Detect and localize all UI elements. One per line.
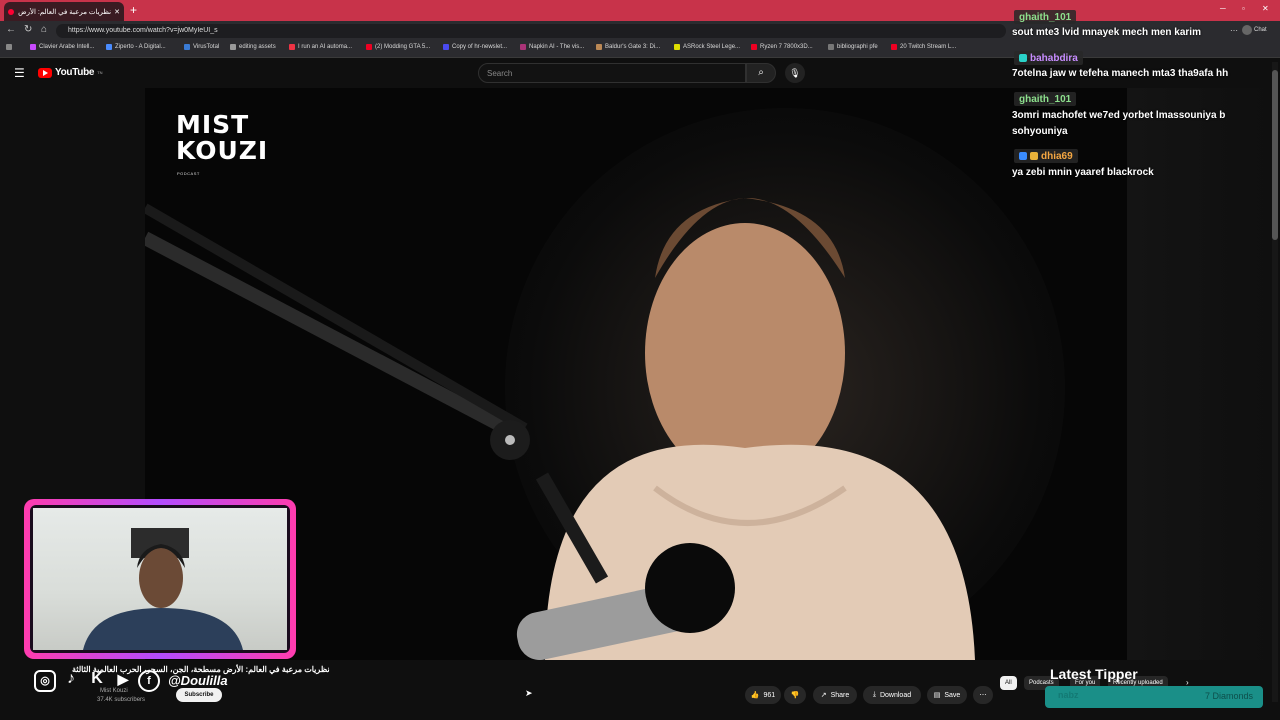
tab-close-icon[interactable]: ✕ <box>114 8 120 16</box>
show-logo: MIST KOUZI <box>176 110 269 165</box>
thumbs-down-icon: 👎 <box>790 692 800 699</box>
thumbs-up-icon: 👍 <box>750 692 760 699</box>
share-icon: ↗ <box>820 692 827 699</box>
subscribe-button[interactable]: Subscribe <box>176 688 222 702</box>
search-icon[interactable]: ⌕ <box>746 63 776 83</box>
webcam-frame <box>24 499 296 659</box>
browser-tab-bar <box>0 0 1280 21</box>
bookmark-item[interactable]: (2) Modding GTA 5... <box>366 44 430 50</box>
chat-username: ghaith_101 <box>1014 10 1077 24</box>
bookmark-item[interactable]: Napkin AI - The vis... <box>520 44 584 50</box>
bookmark-item[interactable]: Baldur's Gate 3: Di... <box>596 44 660 50</box>
subscriber-count: 37.4K subscribers <box>97 697 146 703</box>
youtube-logo[interactable]: YouTube TN <box>38 67 103 78</box>
latest-tipper-heading: Latest Tipper <box>1050 666 1138 682</box>
home-icon[interactable]: ⌂ <box>41 24 47 35</box>
bookmark-item[interactable]: editing assets <box>230 44 276 50</box>
apps-icon[interactable] <box>6 44 12 50</box>
save-button[interactable]: ▤ Save <box>927 686 967 704</box>
window-close-icon[interactable]: ✕ <box>1262 4 1269 13</box>
youtube-favicon-icon <box>8 8 14 15</box>
chat-message: 3omri machofet we7ed yorbet lmassouniya … <box>1012 110 1226 121</box>
url-input[interactable]: https://www.youtube.com/watch?v=jw0MyIeU… <box>56 24 1006 38</box>
bookmark-item[interactable]: Clavier Arabe Intell... <box>30 44 94 50</box>
browser-tab[interactable]: نظريات مرعبة في العالم: الأرض ✕ <box>4 2 124 21</box>
new-tab-button[interactable]: + <box>130 3 137 17</box>
chat-username-badge: bahabdira <box>1014 51 1083 65</box>
search-input[interactable]: Search <box>478 63 746 83</box>
chat-badge-icon <box>1019 54 1027 62</box>
minimize-icon[interactable]: ─ <box>1220 4 1226 13</box>
like-button[interactable]: 👍 961 <box>745 686 781 704</box>
bookmark-item[interactable]: 20 Twitch Stream L... <box>891 44 956 50</box>
bookmark-folder[interactable]: bibliographi pfe <box>828 44 878 50</box>
dislike-button[interactable]: 👎 <box>784 686 806 704</box>
show-logo-subtitle: PODCAST <box>177 171 200 176</box>
share-button[interactable]: ↗ Share <box>813 686 857 704</box>
chat-message: ya zebi mnin yaaref blackrock <box>1012 167 1154 178</box>
chat-message-continued: sohyouniya <box>1012 126 1068 137</box>
chip-all[interactable]: All <box>1000 676 1017 690</box>
tab-title: نظريات مرعبة في العالم: الأرض <box>18 8 112 16</box>
reload-icon[interactable]: ↻ <box>24 24 32 35</box>
mouse-cursor-icon: ➤ <box>525 688 533 698</box>
crown-icon <box>1030 152 1038 160</box>
avatar <box>1242 25 1252 35</box>
instagram-icon: ◎ <box>34 670 56 692</box>
youtube-play-icon <box>38 67 52 78</box>
maximize-icon[interactable]: ▫ <box>1242 4 1245 13</box>
video-title: نظريات مرعبة في العالم: الأرض مسطحة، الج… <box>72 665 330 674</box>
tipper-name: nabz <box>1058 690 1079 700</box>
save-icon: ▤ <box>933 692 941 699</box>
bookmark-item[interactable]: VirusTotal <box>184 44 219 50</box>
channel-name[interactable]: Mist Kouzi <box>100 688 128 694</box>
chat-username-badge: dhia69 <box>1014 149 1078 163</box>
bookmark-item[interactable]: I run an AI automa... <box>289 44 352 50</box>
streamer-handle: @Doulilla <box>168 673 228 688</box>
more-icon[interactable]: ⋯ <box>1230 26 1238 35</box>
microphone-icon[interactable]: 🎙 <box>785 63 805 83</box>
more-actions-icon[interactable]: ⋯ <box>973 686 993 704</box>
menu-icon[interactable]: ☰ <box>14 66 25 80</box>
chat-message: 7otelna jaw w tefeha manech mta3 tha9afa… <box>1012 68 1229 79</box>
webcam-feed <box>33 508 287 650</box>
bookmark-item[interactable]: Ryzen 7 7800x3D... <box>751 44 813 50</box>
chat-message: sout mte3 lvid mnayek mech men karim <box>1012 27 1201 38</box>
download-icon: ⤓ <box>872 691 876 698</box>
scrollbar-thumb[interactable] <box>1272 70 1278 240</box>
bookmark-item[interactable]: ASRock Steel Lege... <box>674 44 740 50</box>
bookmark-item[interactable]: Copy of hr-newslet... <box>443 44 507 50</box>
chat-username: ghaith_101 <box>1014 92 1077 106</box>
bookmark-item[interactable]: Ziperto - A Digital... <box>106 44 166 50</box>
chat-badge-icon <box>1019 152 1027 160</box>
back-icon[interactable]: ← <box>6 24 16 35</box>
download-button[interactable]: ⤓ Download <box>863 686 921 704</box>
chat-button[interactable]: Chat <box>1242 25 1267 35</box>
